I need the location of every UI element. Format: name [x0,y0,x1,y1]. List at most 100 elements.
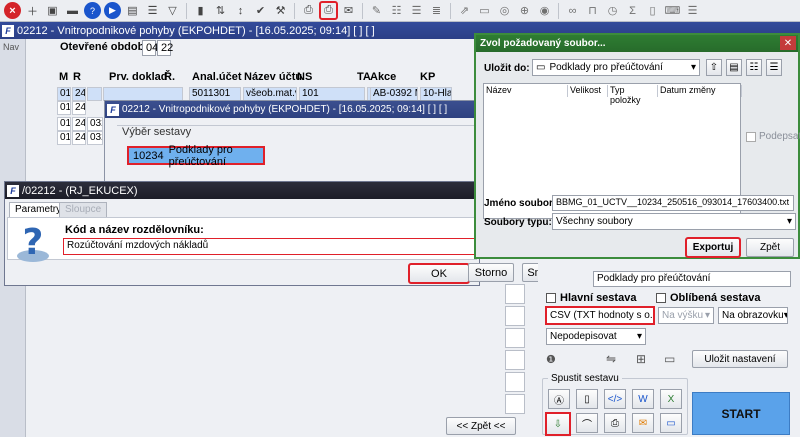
info-icon[interactable]: ❶ [546,353,556,366]
lock-icon[interactable]: ⊓ [584,2,601,19]
list-detail-icon[interactable]: ☰ [408,2,425,19]
play-icon[interactable]: ▶ [104,2,121,19]
file-col-type[interactable]: Typ položky [608,85,658,105]
scroll-handle[interactable] [505,328,525,348]
word-icon[interactable]: W [632,389,654,409]
attach-icon[interactable]: ⌒ [576,413,598,433]
print-icon[interactable]: ⎙ [604,413,626,433]
table-row[interactable]: 01 24 032 [57,117,105,131]
col-header-r[interactable]: R [73,71,81,83]
save-settings-button[interactable]: Uložit nastavení [692,350,788,368]
main-report-checkbox[interactable]: Hlavní sestava [546,292,636,304]
col-header-anal-ucet[interactable]: Anal.účet [192,71,242,83]
favorite-check-box[interactable] [656,293,666,303]
print-icon[interactable]: ⎙ [300,2,317,19]
filetype-select[interactable]: Všechny soubory ▾ [552,213,796,230]
scroll-handle[interactable] [505,350,525,370]
keyboard-icon[interactable]: ⌨ [664,2,681,19]
wrench-icon[interactable]: ⚒ [272,2,289,19]
report-select-item[interactable]: 10234 Podklady pro přeúčtování [127,144,265,168]
period-month-field[interactable]: 04 [142,40,158,56]
pdf-icon[interactable]: Ⓐ [548,389,570,409]
new-folder-icon[interactable]: ▤ [726,59,742,76]
file-col-date[interactable]: Datum změny [658,85,742,97]
favorite-checkbox[interactable]: Oblíbená sestava [656,292,761,304]
col-header-nazev-uctu[interactable]: Název účtu [244,71,302,83]
output-select[interactable]: Na obrazovku ▾ [718,307,788,324]
sort-desc-icon[interactable]: ↕ [232,2,249,19]
save-in-select[interactable]: ▭ Podklady pro přeúčtování ▾ [532,59,700,76]
nav-icon[interactable]: ▤ [124,2,141,19]
orientation-select[interactable]: Na výšku ▾ [658,307,714,324]
table-row[interactable]: 01 24 5011301 všeob.mat.v H 101 1 AB-039… [57,87,477,101]
chart-icon[interactable]: ▮ [192,2,209,19]
eye-icon[interactable]: ◉ [536,2,553,19]
start-button[interactable]: START [692,392,790,435]
sign-select[interactable]: Nepodepisovat ▾ [546,328,646,345]
mail-icon[interactable]: ✉ [632,413,654,433]
code-icon[interactable]: </> [604,389,626,409]
check-icon[interactable]: ✔ [252,2,269,19]
table-row[interactable]: 01 24 032 [57,131,105,145]
sort-icon[interactable]: ⇅ [212,2,229,19]
filter-icon[interactable]: ▽ [164,2,181,19]
rows-icon[interactable]: ≣ [428,2,445,19]
document-icon[interactable]: ▯ [576,389,598,409]
glasses-icon[interactable]: ∞ [564,2,581,19]
filename-input[interactable]: BBMG_01_UCTV__10234_250516_093014_176034… [552,195,794,211]
format-select[interactable]: CSV (TXT hodnoty s o... ▾ [545,306,655,325]
globe2-icon[interactable]: ⊕ [516,2,533,19]
scroll-handle[interactable] [505,306,525,326]
scroll-handle[interactable] [505,394,525,414]
add-icon[interactable]: ＋ [24,2,41,19]
split-icon[interactable]: ⇋ [606,352,616,366]
monitor-icon[interactable]: ▭ [664,352,675,366]
excel-icon[interactable]: X [660,389,682,409]
scroll-handle[interactable] [505,284,525,304]
list-icon[interactable]: ☰ [144,2,161,19]
cancel-button[interactable]: Storno [468,263,514,282]
sigma-icon[interactable]: Σ [624,2,641,19]
back-button[interactable]: << Zpět << [446,417,516,435]
file-col-name[interactable]: Název [484,85,568,97]
period-year-field[interactable]: 22 [157,40,173,56]
minus-icon[interactable]: ▬ [64,2,81,19]
bullets-icon[interactable]: ☷ [388,2,405,19]
globe-icon[interactable]: ◎ [496,2,513,19]
sign-check-box[interactable] [746,131,756,142]
save-icon[interactable]: ▣ [44,2,61,19]
col-header-radek[interactable]: Ř. [164,71,175,83]
mail-icon[interactable]: ✉ [340,2,357,19]
up-folder-icon[interactable]: ⇧ [706,59,722,76]
list-view-icon[interactable]: ☷ [746,59,762,76]
main-report-check-box[interactable] [546,293,556,303]
clock-icon[interactable]: ◷ [604,2,621,19]
sign-checkbox[interactable]: Podepsat [746,131,800,142]
tab-columns[interactable]: Sloupce [59,202,108,217]
layout-icon[interactable]: ▭ [476,2,493,19]
file-col-size[interactable]: Velikost [568,85,608,97]
export-button[interactable]: Exportuj [685,237,741,258]
export-print-icon[interactable]: ⎙ [319,1,338,20]
ok-button[interactable]: OK [408,263,470,284]
col-header-m[interactable]: M [59,71,68,83]
export-back-button[interactable]: Zpět [746,238,794,257]
document-icon[interactable]: ▯ [644,2,661,19]
edit-icon[interactable]: ✎ [368,2,385,19]
close-icon[interactable]: ✕ [780,36,796,50]
link-icon[interactable]: ⇗ [456,2,473,19]
col-header-akce[interactable]: Akce [370,71,396,83]
monitor-icon[interactable]: ▭ [660,413,682,433]
help-icon[interactable]: ? [84,2,101,19]
col-header-ns[interactable]: NS [297,71,312,83]
details-view-icon[interactable]: ☰ [766,59,782,76]
col-header-prv-doklad[interactable]: Prv. doklad [109,71,167,83]
col-header-kp[interactable]: KP [420,71,435,83]
scroll-handle[interactable] [505,372,525,392]
close-icon[interactable]: × [4,2,21,19]
notes-icon[interactable]: ☰ [684,2,701,19]
col-header-ta[interactable]: TA [357,71,371,83]
distribution-code-input[interactable]: Rozúčtování mzdových nákladů [63,238,477,255]
table-row[interactable]: 01 24 [57,101,105,115]
download-icon[interactable]: ⇩ [545,412,571,436]
